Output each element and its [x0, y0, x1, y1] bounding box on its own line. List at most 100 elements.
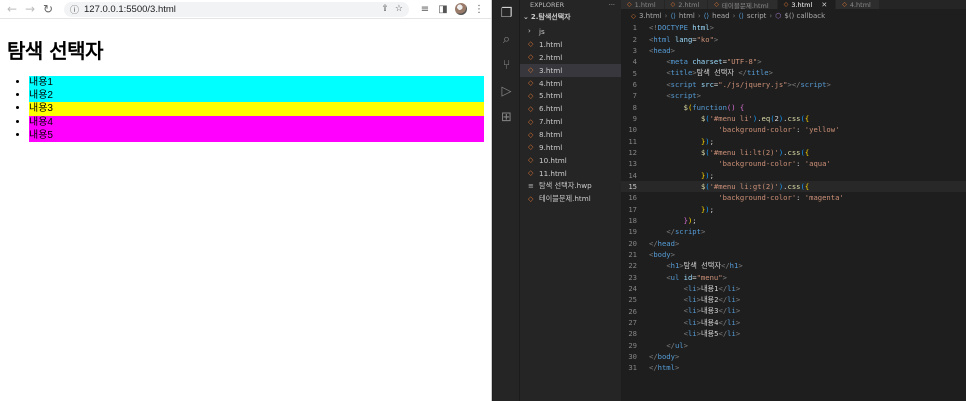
- url-text[interactable]: 127.0.0.1:5500/3.html: [84, 4, 176, 15]
- line-number: 12: [628, 147, 637, 157]
- reading-list-icon[interactable]: ≡: [417, 1, 433, 17]
- line-number: 13: [628, 159, 637, 169]
- chevron-right-icon: ›: [769, 11, 773, 20]
- code-line[interactable]: 15 $('#menu li:gt(2)').css({: [621, 180, 966, 193]
- forward-arrow-icon[interactable]: →: [22, 1, 38, 17]
- line-number: 2: [632, 34, 637, 44]
- explorer-folder[interactable]: ⌄ 2.탐색선택자: [520, 9, 621, 25]
- site-info-icon[interactable]: ⓘ: [70, 3, 79, 16]
- editor-tab[interactable]: ◇ 3.html ✕: [777, 0, 837, 9]
- code-line[interactable]: 23 <ul id="menu">: [621, 272, 966, 283]
- list-item: 내용4: [29, 115, 484, 129]
- code-line[interactable]: 19 </script>: [621, 226, 966, 237]
- code-line[interactable]: 22 <h1>탐색 선택자</h1>: [621, 260, 966, 271]
- file-tree-item[interactable]: ◇ 2.html: [520, 51, 621, 64]
- code-line[interactable]: 30 </body>: [621, 351, 966, 362]
- html-file-icon: ◇: [714, 1, 719, 8]
- breadcrumb-item[interactable]: $() callback: [784, 12, 825, 20]
- file-tree-label: 탐색 선택자.hwp: [539, 181, 592, 191]
- code-text: <script src="./js/jquery.js"></script>: [666, 79, 831, 89]
- file-tree-item[interactable]: ◇ 5.html: [520, 89, 621, 102]
- file-tree-item[interactable]: ◇ 6.html: [520, 102, 621, 115]
- kebab-menu-icon[interactable]: ⋮: [471, 1, 487, 17]
- code-line[interactable]: 5 <title>탐색 선택자 </title>: [621, 67, 966, 78]
- editor-tab[interactable]: ◇ 4.html: [836, 0, 880, 9]
- reload-icon[interactable]: ↻: [40, 1, 56, 17]
- code-line[interactable]: 10 'background-color': 'yellow': [621, 124, 966, 135]
- code-line[interactable]: 29 </ul>: [621, 340, 966, 351]
- code-line[interactable]: 21 <body>: [621, 249, 966, 260]
- source-control-icon[interactable]: ⑂: [493, 52, 520, 78]
- file-tree-item[interactable]: › js: [520, 25, 621, 38]
- share-icon[interactable]: ⇪: [381, 4, 389, 14]
- code-line[interactable]: 24 <li>내용1</li>: [621, 283, 966, 294]
- file-tree-item[interactable]: ◇ 11.html: [520, 167, 621, 180]
- editor-tab-label: 3.html: [791, 0, 813, 9]
- file-tree-item[interactable]: ◇ 1.html: [520, 38, 621, 51]
- code-line[interactable]: 11 });: [621, 135, 966, 146]
- code-line[interactable]: 8 $(function() {: [621, 101, 966, 112]
- code-line[interactable]: 27 <li>내용4</li>: [621, 317, 966, 328]
- file-tree-label: 3.html: [539, 65, 563, 75]
- code-line[interactable]: 26 <li>내용3</li>: [621, 306, 966, 317]
- file-tree-item[interactable]: ◇ 9.html: [520, 141, 621, 154]
- file-tree-item[interactable]: ◇ 4.html: [520, 77, 621, 90]
- breadcrumb-item[interactable]: 3.html: [639, 12, 662, 20]
- html-file-icon: ◇: [670, 1, 676, 8]
- code-line[interactable]: 1 <!DOCTYPE html>: [621, 22, 966, 33]
- close-icon[interactable]: ✕: [821, 1, 827, 9]
- code-line[interactable]: 13 'background-color': 'aqua': [621, 158, 966, 169]
- code-line[interactable]: 25 <li>내용2</li>: [621, 294, 966, 305]
- code-line[interactable]: 18 });: [621, 215, 966, 226]
- address-bar[interactable]: ⓘ 127.0.0.1:5500/3.html ⇪ ☆: [64, 1, 409, 17]
- editor-tab[interactable]: ◇ 1.html: [621, 0, 665, 9]
- file-tree-item[interactable]: ◇ 3.html: [520, 63, 621, 77]
- code-line[interactable]: 6 <script src="./js/jquery.js"></script>: [621, 79, 966, 90]
- html-file-icon: ◇: [528, 143, 534, 152]
- line-number: 28: [628, 329, 637, 339]
- code-text: $('#menu li:lt(2)').css({: [700, 147, 810, 157]
- code-line[interactable]: 14 });: [621, 169, 966, 180]
- menu-list: 내용1내용2내용3내용4내용5: [7, 76, 484, 143]
- code-line[interactable]: 3 <head>: [621, 45, 966, 56]
- file-tree-item[interactable]: ◇ 8.html: [520, 128, 621, 141]
- html-file-icon: ◇: [528, 40, 534, 49]
- editor-tab[interactable]: ◇ 테이블문제.html: [708, 0, 778, 9]
- search-icon[interactable]: ⌕: [493, 26, 520, 52]
- back-arrow-icon[interactable]: ←: [4, 1, 20, 17]
- code-line[interactable]: 16 'background-color': 'magenta': [621, 192, 966, 203]
- code-line[interactable]: 9 $('#menu li').eq(2).css({: [621, 113, 966, 124]
- code-line[interactable]: 2 <html lang="ko">: [621, 33, 966, 44]
- code-line[interactable]: 31 </html>: [621, 362, 966, 373]
- breadcrumb-item[interactable]: script: [747, 12, 767, 20]
- html-file-icon: ◇: [528, 53, 534, 62]
- explorer-more-icon[interactable]: ···: [609, 1, 615, 9]
- file-tree-item[interactable]: ≡ 탐색 선택자.hwp: [520, 180, 621, 193]
- bookmark-star-icon[interactable]: ☆: [395, 4, 403, 14]
- file-tree-item[interactable]: ◇ 테이블문제.html: [520, 193, 621, 206]
- tag-icon: ⟨⟩: [738, 11, 744, 20]
- code-text: });: [700, 204, 714, 214]
- code-area[interactable]: 1 <!DOCTYPE html> 2 <html lang="ko"> 3 <head>…: [621, 22, 966, 374]
- code-line[interactable]: 4 <meta charset="UTF-8">: [621, 56, 966, 67]
- code-line[interactable]: 12 $('#menu li:lt(2)').css({: [621, 147, 966, 158]
- run-debug-icon[interactable]: ▷: [493, 78, 520, 104]
- profile-avatar[interactable]: [453, 1, 469, 17]
- file-tree-item[interactable]: ◇ 7.html: [520, 115, 621, 128]
- side-panel-icon[interactable]: ◨: [435, 1, 451, 17]
- code-line[interactable]: 20 </head>: [621, 238, 966, 249]
- line-number: 18: [628, 216, 637, 226]
- explorer-files-icon[interactable]: ❐: [493, 0, 520, 26]
- breadcrumb-item[interactable]: html: [679, 12, 695, 20]
- code-line[interactable]: 7 <script>: [621, 90, 966, 101]
- extensions-icon[interactable]: ⊞: [493, 104, 520, 130]
- code-text: </head>: [649, 238, 680, 248]
- line-number: 10: [628, 125, 637, 135]
- editor-tab[interactable]: ◇ 2.html: [664, 0, 709, 9]
- avatar: [455, 3, 467, 15]
- code-line[interactable]: 28 <li>내용5</li>: [621, 328, 966, 339]
- file-tree-item[interactable]: ◇ 10.html: [520, 154, 621, 167]
- html-file-icon: ◇: [627, 1, 632, 8]
- code-line[interactable]: 17 });: [621, 204, 966, 215]
- breadcrumb-item[interactable]: head: [712, 12, 729, 20]
